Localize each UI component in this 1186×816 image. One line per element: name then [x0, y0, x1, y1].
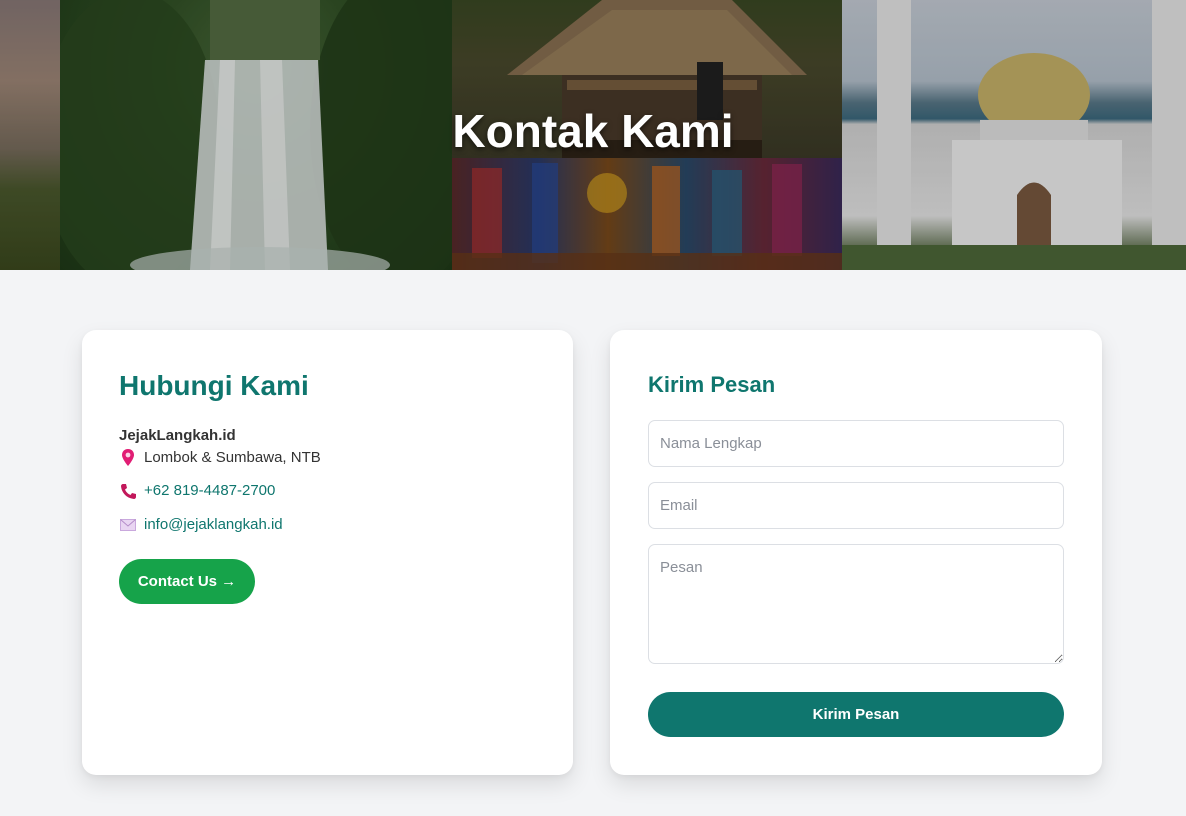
hero-banner: Kontak Kami: [0, 0, 1186, 270]
page-title: Kontak Kami: [452, 105, 734, 157]
form-heading: Kirim Pesan: [648, 372, 776, 397]
brand-name: JejakLangkah.id: [119, 427, 236, 444]
email-input[interactable]: [648, 482, 1064, 529]
phone-icon: [119, 483, 137, 499]
phone-link[interactable]: +62 819-4487-2700: [144, 482, 275, 499]
location-text: Lombok & Sumbawa, NTB: [144, 449, 321, 466]
message-form-card: Kirim Pesan Kirim Pesan: [610, 330, 1102, 775]
contact-info-card: Hubungi Kami JejakLangkah.id Lombok & Su…: [82, 330, 573, 775]
email-link[interactable]: info@jejaklangkah.id: [144, 516, 283, 533]
full-name-input[interactable]: [648, 420, 1064, 467]
phone-row[interactable]: +62 819-4487-2700: [119, 482, 275, 499]
contact-us-button[interactable]: Contact Us →: [119, 559, 255, 604]
contact-heading: Hubungi Kami: [119, 370, 309, 401]
message-textarea[interactable]: [648, 544, 1064, 664]
map-pin-icon: [119, 449, 137, 466]
email-row[interactable]: info@jejaklangkah.id: [119, 516, 283, 533]
envelope-icon: [119, 518, 137, 531]
send-message-button[interactable]: Kirim Pesan: [648, 692, 1064, 737]
market-image: [452, 158, 842, 270]
location-row: Lombok & Sumbawa, NTB: [119, 449, 321, 466]
